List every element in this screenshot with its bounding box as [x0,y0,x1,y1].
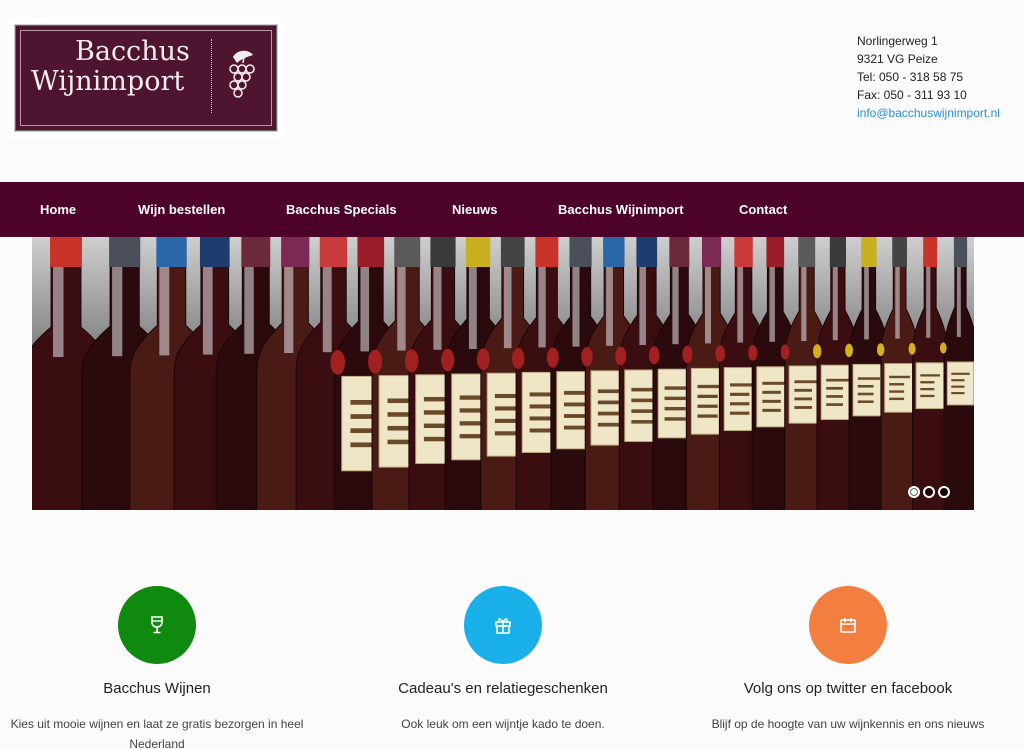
address-street: Norlingerweg 1 [857,34,938,48]
feature-circle-wijnen[interactable] [118,586,196,664]
grapes-icon [229,50,255,98]
nav-item-wijn-bestellen[interactable]: Wijn bestellen [138,182,225,237]
bottle [940,237,974,510]
nav-item-home[interactable]: Home [40,182,76,237]
bottle [908,237,949,510]
calendar-icon [840,618,856,633]
feature-circle-cadeaus[interactable] [464,586,542,664]
logo-line-1: Bacchus [75,36,190,67]
feature-social: Volg ons op twitter en facebook Blijf op… [678,586,1018,734]
feature-text: Kies uit mooie wijnen en laat ze gratis … [10,717,304,749]
email-link[interactable]: info@bacchuswijnimport.nl [857,106,1000,120]
main-nav: Home Wijn bestellen Bacchus Specials Nie… [0,182,1024,237]
feature-cadeaus: Cadeau's en relatiegeschenken Ook leuk o… [333,586,673,734]
wine-glass-icon [151,616,163,634]
logo-divider [211,39,212,113]
nav-item-bacchus-specials[interactable]: Bacchus Specials [286,182,397,237]
slider-dot-3[interactable] [938,486,950,498]
contact-info: Norlingerweg 1 9321 VG Peize Tel: 050 - … [857,32,1000,122]
logo-line-2: Wijnimport [31,66,185,97]
nav-item-contact[interactable]: Contact [739,182,787,237]
slider-dot-1[interactable] [908,486,920,498]
address-city: 9321 VG Peize [857,52,938,66]
feature-title: Bacchus Wijnen [103,680,211,697]
slider-dots [908,486,950,498]
gift-icon [495,618,511,634]
feature-title: Cadeau's en relatiegeschenken [398,680,608,697]
slider-image [32,237,974,510]
logo: Bacchus Wijnimport [14,24,278,132]
image-slider[interactable] [32,237,974,510]
feature-circle-social[interactable] [809,586,887,664]
feature-wijnen: Bacchus Wijnen Kies uit mooie wijnen en … [0,586,327,749]
fax-number: Fax: 050 - 311 93 10 [857,88,967,102]
feature-title: Volg ons op twitter en facebook [743,680,953,697]
slider-dot-2[interactable] [923,486,935,498]
feature-text: Blijf op de hoogte van uw wijnkennis en … [711,717,985,731]
logo-link[interactable]: Bacchus Wijnimport [8,18,284,138]
site-header: Bacchus Wijnimport Norlingerweg 1 9321 V… [0,0,1024,182]
nav-item-bacchus-wijnimport[interactable]: Bacchus Wijnimport [558,182,684,237]
phone-number: Tel: 050 - 318 58 75 [857,70,964,84]
nav-item-nieuws[interactable]: Nieuws [452,182,498,237]
feature-text: Ook leuk om een wijntje kado te doen. [401,717,605,731]
